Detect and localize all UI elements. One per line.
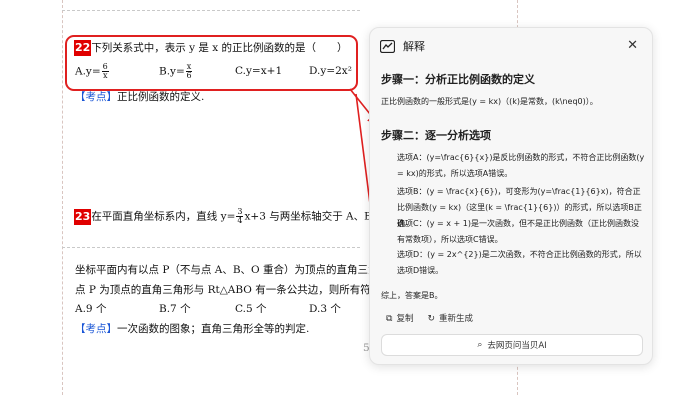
- search-icon: ⌕: [477, 340, 483, 350]
- option-c-analysis: 选项C：(y = x + 1)是一次函数，但不是正比例函数（正比例函数没有常数项…: [397, 219, 639, 244]
- step1-title: 步骤一：分析正比例函数的定义: [381, 73, 535, 86]
- copy-label: 复制: [396, 314, 414, 324]
- panel-title: 解释: [403, 40, 425, 53]
- copy-button[interactable]: ⧉ 复制: [386, 312, 413, 324]
- close-icon[interactable]: ✕: [627, 38, 638, 53]
- conclusion-text: 综上，答案是B。: [381, 291, 443, 300]
- option-d-analysis: 选项D：(y = 2x^{2})是二次函数，不符合正比例函数的形式，所以选项D错…: [397, 250, 642, 275]
- regenerate-label: 重新生成: [439, 314, 474, 324]
- ask-ai-label: 去网页问当贝AI: [487, 341, 547, 351]
- regenerate-button[interactable]: ↻ 重新生成: [427, 312, 473, 324]
- step1-text: 正比例函数的一般形式是(y = kx)（(k)是常数，(k\neq0)）。: [381, 97, 598, 106]
- refresh-icon: ↻: [427, 314, 435, 324]
- ai-logo-icon: [380, 39, 395, 53]
- copy-icon: ⧉: [386, 314, 393, 324]
- explanation-panel: 解释 ✕ 步骤一：分析正比例函数的定义 正比例函数的一般形式是(y = kx)（…: [369, 27, 653, 365]
- ask-ai-button[interactable]: ⌕ 去网页问当贝AI: [381, 334, 643, 356]
- option-a-analysis: 选项A：(y=\frac{6}{x})是反比例函数的形式，不符合正比例函数(y …: [397, 153, 645, 178]
- panel-header: 解释 ✕: [380, 36, 642, 56]
- panel-actions: ⧉ 复制 ↻ 重新生成: [386, 312, 473, 324]
- step2-title: 步骤二：逐一分析选项: [381, 129, 491, 142]
